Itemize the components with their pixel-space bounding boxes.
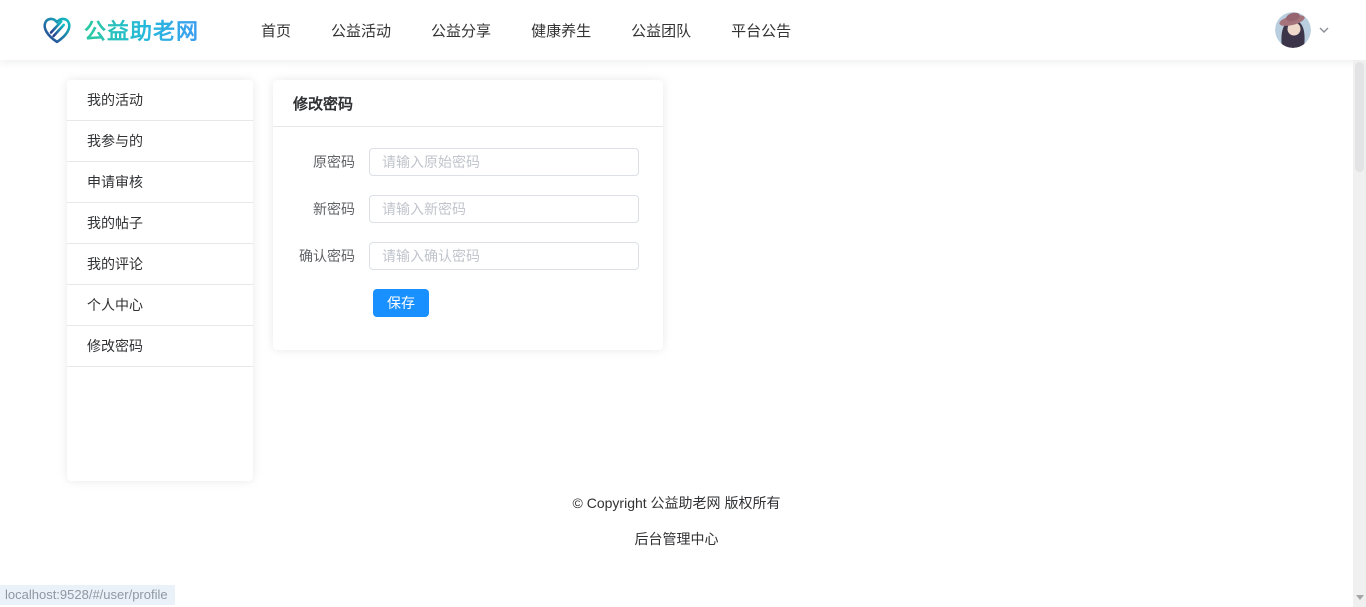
heart-logo-icon — [40, 13, 74, 47]
nav-item-teams[interactable]: 公益团队 — [631, 20, 691, 41]
new-password-label: 新密码 — [313, 201, 355, 217]
confirm-password-label: 确认密码 — [299, 248, 355, 264]
old-password-input[interactable] — [369, 148, 639, 176]
vertical-scrollbar[interactable] — [1353, 60, 1366, 607]
sidebar-item-my-comments[interactable]: 我的评论 — [67, 244, 253, 285]
chevron-down-icon[interactable] — [1318, 24, 1330, 36]
form-row: 原密码 — [273, 148, 663, 176]
brand-logo[interactable]: 公益助老网 — [40, 13, 199, 47]
avatar[interactable] — [1275, 12, 1311, 48]
nav-item-announcements[interactable]: 平台公告 — [731, 20, 791, 41]
panel-title: 修改密码 — [273, 80, 663, 127]
nav-item-activities[interactable]: 公益活动 — [331, 20, 391, 41]
sidebar-item-my-participation[interactable]: 我参与的 — [67, 121, 253, 162]
save-button[interactable]: 保存 — [373, 289, 429, 317]
nav-item-sharing[interactable]: 公益分享 — [431, 20, 491, 41]
sidebar-item-my-posts[interactable]: 我的帖子 — [67, 203, 253, 244]
admin-center-link[interactable]: 后台管理中心 — [0, 529, 1353, 549]
scroll-down-button[interactable] — [1353, 592, 1366, 602]
sidebar-item-change-password[interactable]: 修改密码 — [67, 326, 253, 367]
sidebar-item-my-activities[interactable]: 我的活动 — [67, 80, 253, 121]
sidebar-item-personal-center[interactable]: 个人中心 — [67, 285, 253, 326]
change-password-panel: 修改密码 原密码 新密码 确认密码 保存 — [273, 80, 663, 350]
copyright-text: © Copyright 公益助老网 版权所有 — [572, 495, 781, 511]
app-header: 公益助老网 首页 公益活动 公益分享 健康养生 公益团队 平台公告 — [0, 0, 1366, 60]
new-password-input[interactable] — [369, 195, 639, 223]
sidebar-item-application-review[interactable]: 申请审核 — [67, 162, 253, 203]
old-password-label: 原密码 — [313, 154, 355, 170]
user-menu[interactable] — [1275, 12, 1338, 48]
profile-sidebar: 我的活动 我参与的 申请审核 我的帖子 我的评论 个人中心 修改密码 — [67, 80, 253, 481]
form-row: 确认密码 — [273, 242, 663, 270]
main-nav: 首页 公益活动 公益分享 健康养生 公益团队 平台公告 — [261, 20, 791, 41]
nav-item-health[interactable]: 健康养生 — [531, 20, 591, 41]
scrollbar-thumb[interactable] — [1355, 62, 1364, 172]
brand-name: 公益助老网 — [84, 14, 199, 46]
link-preview-statusbar: localhost:9528/#/user/profile — [0, 585, 175, 605]
scroll-down-arrow-icon — [1355, 594, 1364, 600]
nav-item-home[interactable]: 首页 — [261, 20, 291, 41]
form-row: 新密码 — [273, 195, 663, 223]
page-footer: © Copyright 公益助老网 版权所有 后台管理中心 — [0, 493, 1353, 549]
confirm-password-input[interactable] — [369, 242, 639, 270]
main-content: 我的活动 我参与的 申请审核 我的帖子 我的评论 个人中心 修改密码 修改密码 … — [0, 60, 1353, 607]
